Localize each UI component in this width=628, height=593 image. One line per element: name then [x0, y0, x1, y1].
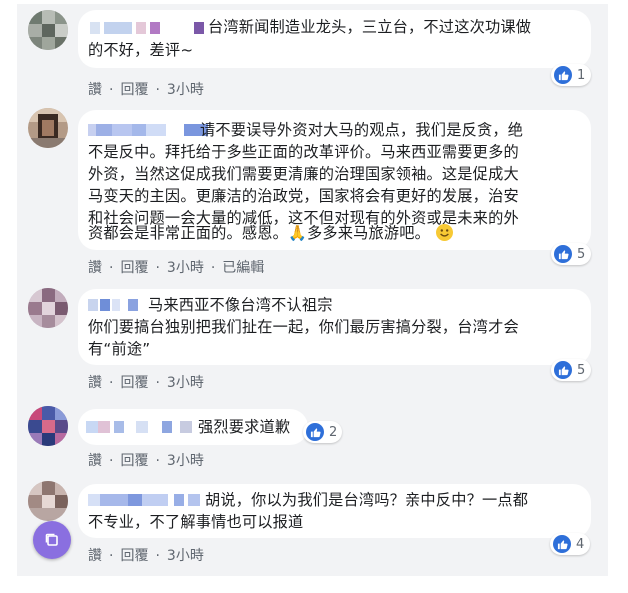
timestamp[interactable]: 3小時 [167, 375, 204, 391]
copy-icon [45, 533, 58, 546]
comment-text: 有“前途” [88, 340, 151, 358]
comment-text: 不是反中。拜托给于多些正面的改革评价。马来西亚需要更多的 [88, 143, 519, 161]
redacted-author-name[interactable] [88, 494, 208, 506]
redacted-author-name[interactable] [90, 22, 204, 34]
comment-text: 不专业，不了解事情也可以报道 [88, 513, 304, 531]
avatar[interactable] [28, 108, 68, 148]
comment-actions: 讚 · 回覆 · 3小時 [88, 548, 204, 564]
reaction-count[interactable]: 4 [550, 533, 591, 555]
copy-icon-button[interactable] [33, 521, 71, 559]
redacted-author-name[interactable] [88, 299, 144, 311]
comment-bubble: 马来西亚不像台湾不认祖宗 你们要搞台独别把我们扯在一起，你们最厉害搞分裂，台湾才… [78, 289, 591, 365]
thumbs-up-icon [554, 66, 572, 84]
edited-label[interactable]: 已編輯 [222, 260, 264, 276]
thumbs-up-icon [306, 423, 324, 441]
timestamp[interactable]: 3小時 [167, 453, 204, 469]
reply-link[interactable]: 回覆 [120, 453, 148, 469]
avatar[interactable] [28, 481, 68, 521]
like-link[interactable]: 讚 [88, 375, 102, 391]
comment-text: 胡说，你以为我们是台湾吗？亲中反中？一点都 [205, 491, 529, 509]
comment-text: 马来西亚不像台湾不认祖宗 [148, 296, 333, 314]
comment-bubble: 强烈要求道歉 [78, 409, 308, 445]
reaction-count[interactable]: 5 [551, 359, 592, 381]
comment-text: 的不好，差评~ [88, 41, 194, 59]
reply-link[interactable]: 回覆 [120, 375, 148, 391]
comment-bubble: 胡说，你以为我们是台湾吗？亲中反中？一点都 不专业，不了解事情也可以报道 [78, 484, 591, 538]
timestamp[interactable]: 3小時 [167, 548, 204, 564]
thumbs-up-icon [553, 535, 571, 553]
thumbs-up-icon [554, 245, 572, 263]
comment-actions: 讚 · 回覆 · 3小時 [88, 453, 204, 469]
smiley-icon [436, 224, 454, 241]
comment-actions: 讚 · 回覆 · 3小時 · 已編輯 [88, 260, 265, 276]
reaction-count[interactable]: 1 [551, 64, 592, 86]
redacted-author-name[interactable] [86, 421, 198, 433]
comment-text: 请不要误导外资对大马的观点，我们是反贪，绝 [200, 121, 524, 139]
folded-hands-icon: 🙏 [288, 224, 307, 242]
comment-actions: 讚 · 回覆 · 3小時 [88, 375, 204, 391]
comment-text: 强烈要求道歉 [198, 418, 291, 436]
reply-link[interactable]: 回覆 [120, 82, 148, 98]
comment-text: 资都会是非常正面的。感恩。🙏多多来马旅游吧。 [88, 222, 454, 244]
like-link[interactable]: 讚 [88, 82, 102, 98]
redacted-author-name[interactable] [88, 124, 208, 136]
thumbs-up-icon [554, 361, 572, 379]
avatar[interactable] [28, 10, 68, 50]
timestamp[interactable]: 3小時 [167, 260, 204, 276]
timestamp[interactable]: 3小時 [167, 82, 204, 98]
comment-text: 外资，当然这促成我们需要更清廉的治理国家领袖。这是促成大 [88, 165, 519, 183]
reaction-count[interactable]: 2 [303, 421, 343, 443]
comment-bubble: 台湾新闻制造业龙头，三立台，不过这次功课做 的不好，差评~ [78, 10, 591, 68]
reaction-count[interactable]: 5 [551, 243, 592, 265]
reply-link[interactable]: 回覆 [120, 548, 148, 564]
like-link[interactable]: 讚 [88, 260, 102, 276]
avatar[interactable] [28, 288, 68, 328]
avatar[interactable] [28, 406, 68, 446]
comment-text: 你们要搞台独别把我们扯在一起，你们最厉害搞分裂，台湾才会 [88, 318, 519, 336]
comment-actions: 讚 · 回覆 · 3小時 [88, 82, 204, 98]
reply-link[interactable]: 回覆 [120, 260, 148, 276]
like-link[interactable]: 讚 [88, 548, 102, 564]
comment-bubble: 请不要误导外资对大马的观点，我们是反贪，绝 不是反中。拜托给于多些正面的改革评价… [78, 110, 591, 250]
like-link[interactable]: 讚 [88, 453, 102, 469]
comment-text: 马变天的主因。更廉洁的治政党，国家将会有更好的发展，治安 [88, 187, 519, 205]
comment-text: 台湾新闻制造业龙头，三立台，不过这次功课做 [208, 18, 532, 36]
